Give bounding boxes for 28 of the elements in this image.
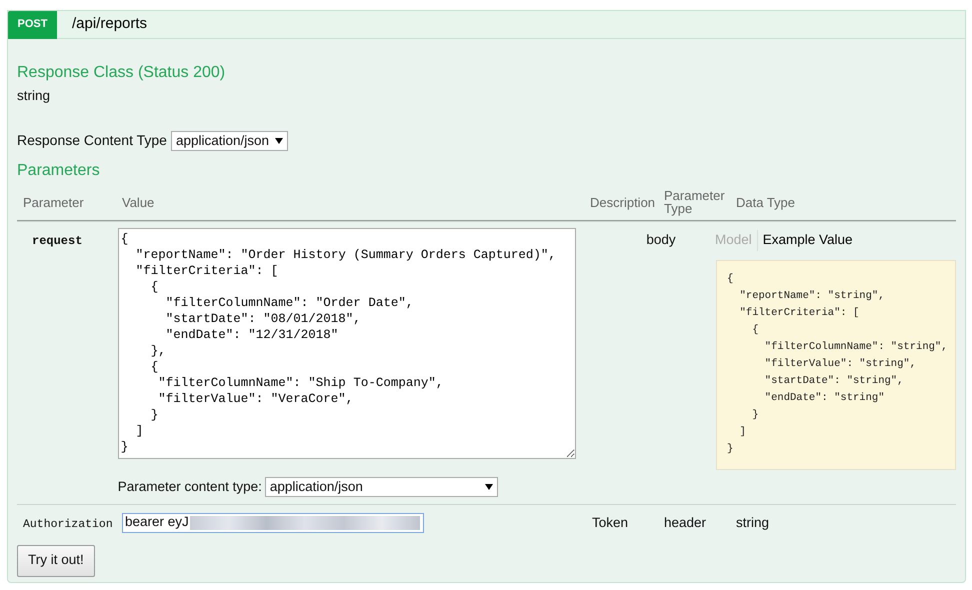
content-type-select[interactable]: application/json: [264, 477, 498, 498]
response-type: string: [17, 87, 52, 105]
data-type-tab[interactable]: Example Value: [756, 230, 853, 250]
request-value-field[interactable]: { "reportName": "Order History (Summary Orders Captured)", "filterCriteria": [ { "filterColumnName": "Order Date", "startDate": "08/01/2018", "endDate": "12/31/2018" }, { "filterColumnName": "Ship To-Company", "filterValue": "VeraCore", } ] }: [118, 228, 576, 460]
parameter-description: Token: [592, 514, 628, 530]
caret-icon: [484, 484, 493, 490]
parameter-type: body: [646, 232, 676, 248]
column-header: Data Type: [736, 194, 796, 212]
response-content-type-select[interactable]: application/json: [170, 130, 288, 151]
column-header: Description: [590, 194, 656, 212]
response-content-type-label: Response Content Type: [17, 131, 167, 150]
column-header: Parameter: [23, 194, 85, 212]
caret-icon: [275, 138, 284, 144]
method-badge: POST: [8, 10, 57, 38]
column-header: Value: [122, 194, 156, 212]
content-type-label: Parameter content type:: [118, 478, 262, 496]
endpoint-path: /api/reports: [72, 14, 148, 34]
try-it-out-button[interactable]: Try it out!: [17, 544, 95, 576]
data-type: string: [736, 514, 770, 530]
authorization-field[interactable]: bearer eyJ: [122, 512, 424, 532]
column-header: Parameter Type: [664, 189, 726, 216]
section-heading: Parameters: [17, 161, 101, 182]
section-heading: Response Class (Status 200): [17, 63, 226, 83]
operation-header[interactable]: POST /api/reports: [8, 11, 965, 39]
parameter-name: Authorization: [23, 518, 113, 530]
example-value-code: { "reportName": "string", "filterCriteria": [ { "filterColumnName": "string", "filterValue": "string", "startDate": "string", "endDate": "string" } ] }: [726, 272, 949, 456]
parameter-type: header: [664, 514, 706, 530]
parameter-name: request: [32, 234, 82, 248]
